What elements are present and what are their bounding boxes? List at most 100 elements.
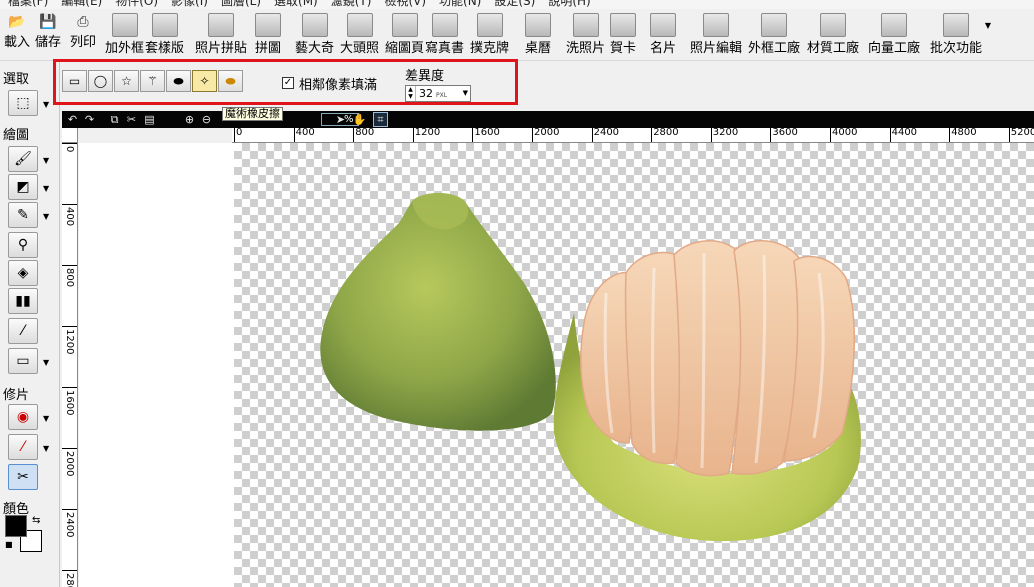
menu-item[interactable]: 影像(I): [167, 0, 217, 9]
toolbar-button-open-folder[interactable]: 📂 載入: [4, 13, 30, 61]
fill-tool[interactable]: ◈: [8, 260, 38, 286]
ruler-tick: 800: [62, 265, 77, 287]
selection-icon[interactable]: ⌗: [373, 112, 388, 127]
eraser-dropdown[interactable]: ▼: [43, 184, 49, 193]
toolbar-button-puzzle[interactable]: 拼圖: [255, 13, 281, 61]
reset-colors-icon[interactable]: ■: [5, 540, 13, 549]
menu-item[interactable]: 設定(S): [490, 0, 544, 9]
eraser-tool[interactable]: ◩: [8, 174, 38, 200]
pencil-tool[interactable]: ✎: [8, 202, 38, 228]
menu-item[interactable]: 選取(M): [270, 0, 327, 9]
ruler-tick-label: 2000: [64, 451, 75, 477]
toolbar-button-print-photo[interactable]: 洗照片: [566, 13, 605, 61]
retouch-brush-dropdown[interactable]: ▼: [43, 444, 49, 453]
select-section-label: 選取: [3, 72, 30, 87]
collage-icon: [208, 13, 234, 37]
tooltip: 魔術橡皮擦: [222, 107, 283, 121]
toolbar-button-id-photo[interactable]: 大頭照: [340, 13, 379, 61]
swap-colors-icon[interactable]: ⇆: [32, 515, 40, 526]
zoom-in-icon[interactable]: ⊕: [182, 112, 197, 127]
toolbar-button-label: 拼圖: [255, 41, 282, 56]
transparent-canvas[interactable]: [234, 143, 1034, 587]
toolbar-button-label: 賀卡: [610, 41, 637, 56]
menu-item[interactable]: 濾鏡(T): [327, 0, 381, 9]
hand-icon[interactable]: ✋: [352, 112, 367, 127]
toolbar-button-photobook[interactable]: 寫真書: [425, 13, 464, 61]
toolbar-button-calendar[interactable]: 桌曆: [525, 13, 551, 61]
toolbar-button-save[interactable]: 💾 儲存: [35, 13, 61, 61]
toolbar-button-batch[interactable]: 批次功能 ▼: [930, 13, 991, 61]
menu-item[interactable]: 圖層(L): [217, 0, 270, 9]
toolbar-button-cards[interactable]: 撲克牌: [470, 13, 509, 61]
menu-item[interactable]: 檢視(V): [380, 0, 435, 9]
toolbar-button-collage[interactable]: 照片拼貼: [195, 13, 247, 61]
ruler-tick: 0: [62, 143, 77, 152]
menu-item[interactable]: 物件(O): [111, 0, 167, 9]
red-eye-dropdown[interactable]: ▼: [43, 414, 49, 423]
ruler-corner: [62, 128, 78, 143]
toolbar-button-photo-edit[interactable]: 照片編輯: [690, 13, 742, 61]
draw-section-label: 繪圖: [3, 128, 30, 143]
toolbar-button-texture-factory[interactable]: 材質工廠: [807, 13, 859, 61]
ruler-tick-label: 800: [353, 128, 374, 142]
brush-dropdown[interactable]: ▼: [43, 156, 49, 165]
eyedropper-icon: ⁄: [21, 323, 25, 339]
red-eye-tool[interactable]: ◉: [8, 404, 38, 430]
menu-item[interactable]: 說明(H): [544, 0, 599, 9]
ruler-tick: 2400: [62, 509, 77, 537]
paste-icon[interactable]: ▤: [142, 112, 157, 127]
rect-select-tool[interactable]: ⬚: [8, 90, 38, 116]
redo-icon[interactable]: ↷: [82, 112, 97, 127]
copy-icon[interactable]: ⧉: [107, 112, 122, 127]
cards-icon: [476, 13, 503, 37]
menu-item[interactable]: 功能(N): [435, 0, 490, 9]
toolbar-button-thumbnail[interactable]: 縮圖頁: [385, 13, 424, 61]
chevron-down-icon[interactable]: ▼: [985, 21, 991, 30]
texture-factory-icon: [820, 13, 846, 37]
toolbar-button-greeting-card[interactable]: 賀卡: [610, 13, 636, 61]
ruler-tick-label: 400: [64, 207, 75, 227]
toolbar-button-print[interactable]: ⎙ 列印: [70, 13, 96, 61]
toolbar-button-frame-factory[interactable]: 外框工廠: [748, 13, 800, 61]
toolbar-button-art[interactable]: 藝大奇: [295, 13, 334, 61]
zoom-out-icon[interactable]: ⊖: [199, 112, 214, 127]
retouch-brush-tool[interactable]: ⁄: [8, 434, 38, 460]
shape-tool[interactable]: ▭: [8, 348, 38, 374]
toolbar-button-label: 洗照片: [566, 41, 606, 56]
ruler-tick-label: 2400: [64, 512, 75, 538]
left-tool-panel: 選取 ⬚ ▼ 繪圖 🖌 ▼ ◩ ▼ ✎ ▼ ⚲ ◈ ▮▮ ⁄ ▭ ▼ 修片 ◉ …: [0, 62, 60, 587]
brush-icon: 🖌: [14, 151, 32, 167]
toolbar-button-label: 材質工廠: [807, 41, 860, 56]
brush-tool[interactable]: 🖌: [8, 146, 38, 172]
stamp-tool[interactable]: ⚲: [8, 232, 38, 258]
menu-item[interactable]: 檔案(F): [4, 0, 57, 9]
ruler-tick-label: 1200: [64, 329, 75, 355]
toolbar-button-vector-factory[interactable]: 向量工廠: [868, 13, 920, 61]
ruler-tick-label: 2800: [64, 573, 75, 587]
cutout-tool[interactable]: ✂: [8, 464, 38, 490]
toolbar-button-label: 名片: [650, 41, 677, 56]
ruler-tick-label: 1200: [412, 128, 440, 142]
ruler-tick-label: 4800: [949, 128, 977, 142]
toolbar-button-frame[interactable]: 加外框: [105, 13, 144, 61]
pointer-icon[interactable]: ➤: [333, 112, 348, 127]
toolbar-button-business-card[interactable]: 名片: [650, 13, 676, 61]
menu-item[interactable]: 編輯(E): [57, 0, 111, 9]
toolbar-button-label: 桌曆: [525, 41, 552, 56]
rectangle-shape-icon: ▭: [16, 353, 30, 369]
undo-icon[interactable]: ↶: [65, 112, 80, 127]
puzzle-icon: [255, 13, 281, 37]
ruler-tick-label: 5200: [1008, 128, 1034, 142]
gradient-tool[interactable]: ▮▮: [8, 288, 38, 314]
shape-dropdown[interactable]: ▼: [43, 358, 49, 367]
cut-icon[interactable]: ✂: [124, 112, 139, 127]
pencil-dropdown[interactable]: ▼: [43, 212, 49, 221]
retouch-section-label: 修片: [3, 388, 30, 403]
print-icon: ⎙: [77, 14, 89, 30]
ruler-tick: 1600: [62, 387, 77, 415]
eyedropper-tool[interactable]: ⁄: [8, 318, 38, 344]
foreground-color-swatch[interactable]: [5, 515, 27, 537]
toolbar-button-template[interactable]: 套樣版: [145, 13, 184, 61]
ruler-tick-label: 4400: [889, 128, 917, 142]
rect-select-dropdown[interactable]: ▼: [43, 100, 49, 109]
